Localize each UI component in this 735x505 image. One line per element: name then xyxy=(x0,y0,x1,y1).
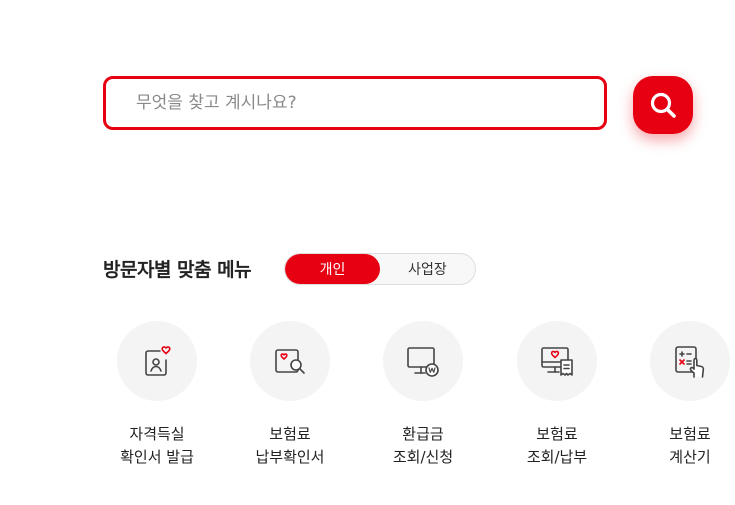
id-card-heart-icon xyxy=(145,346,171,376)
search-button[interactable] xyxy=(633,76,693,134)
menu-label-line1: 자격득실 xyxy=(129,425,185,443)
menu-label-line2: 조회/납부 xyxy=(526,448,588,466)
computer-receipt-icon xyxy=(541,347,573,376)
tab-business[interactable]: 사업장 xyxy=(380,254,475,284)
menu-label-line1: 환급금 xyxy=(402,425,444,443)
menu-item-premium-calculator[interactable]: 보험료 계산기 xyxy=(625,321,735,469)
menu-label-line1: 보험료 xyxy=(269,425,311,443)
search-icon xyxy=(650,92,676,118)
menu-label-line2: 확인서 발급 xyxy=(120,448,194,466)
visitor-type-toggle: 개인 사업장 xyxy=(284,253,476,285)
monitor-won-icon xyxy=(407,347,439,377)
menu-item-refund[interactable]: 환급금 조회/신청 xyxy=(358,321,488,469)
menu-label-line1: 보험료 xyxy=(536,425,578,443)
menu-label-line1: 보험료 xyxy=(669,425,711,443)
menu-label-line2: 계산기 xyxy=(669,448,711,466)
document-search-icon xyxy=(275,349,305,374)
menu-label-line2: 납부확인서 xyxy=(255,448,325,466)
menu-item-payment-certificate[interactable]: 보험료 납부확인서 xyxy=(225,321,355,469)
menu-label-line2: 조회/신청 xyxy=(392,448,454,466)
tab-individual[interactable]: 개인 xyxy=(285,254,380,284)
menu-item-premium-payment[interactable]: 보험료 조회/납부 xyxy=(492,321,622,469)
section-title: 방문자별 맞춤 메뉴 xyxy=(103,259,252,281)
menu-item-qualification-certificate[interactable]: 자격득실 확인서 발급 xyxy=(92,321,222,469)
calculator-hand-icon xyxy=(675,346,705,378)
search-box[interactable] xyxy=(103,76,607,130)
search-input[interactable] xyxy=(134,92,604,114)
